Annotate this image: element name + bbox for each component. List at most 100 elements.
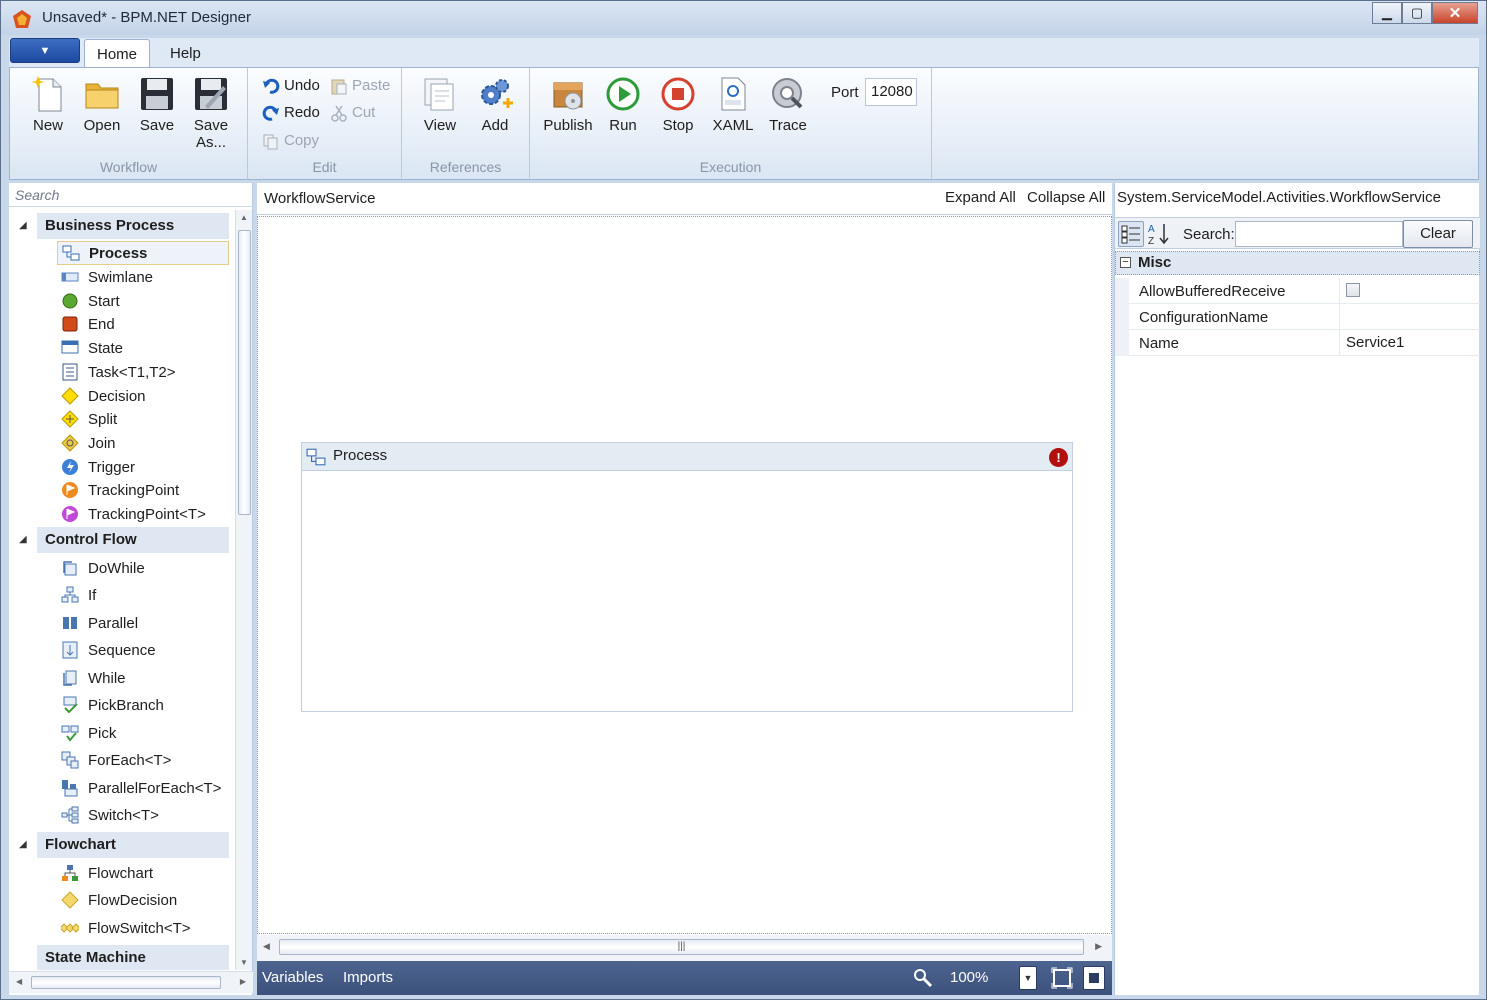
expand-all-link[interactable]: Expand All [945, 189, 1016, 206]
paste-icon [331, 79, 347, 95]
property-value[interactable]: Service1 [1339, 330, 1480, 356]
cut-button[interactable]: Cut [330, 101, 375, 125]
property-category-misc[interactable]: − Misc [1115, 251, 1480, 275]
trace-label: Trace [769, 117, 807, 134]
toolbox-item-end[interactable]: End [61, 312, 115, 336]
variables-tab[interactable]: Variables [262, 969, 323, 986]
toolbox-vertical-scrollbar[interactable]: ▲ ▼ [235, 210, 252, 970]
scroll-left-icon[interactable]: ◀ [263, 941, 270, 952]
scroll-down-icon[interactable]: ▼ [240, 958, 248, 967]
toolbox-search-input[interactable]: Search [9, 183, 253, 207]
collapse-all-link[interactable]: Collapse All [1027, 189, 1105, 206]
zoom-magnifier-icon[interactable] [913, 968, 933, 988]
process-activity[interactable]: Process ! [301, 442, 1073, 712]
redo-label: Redo [284, 104, 320, 121]
trace-button[interactable]: Trace [762, 74, 814, 134]
toolbox-item-split[interactable]: Split [61, 407, 117, 431]
category-control-flow[interactable]: Control Flow [37, 527, 229, 553]
property-value[interactable] [1339, 278, 1480, 304]
minimize-button[interactable]: ▁ [1372, 2, 1402, 24]
publish-button[interactable]: Publish [542, 74, 594, 134]
validation-error-icon[interactable]: ! [1049, 448, 1068, 467]
overview-map-button[interactable] [1083, 966, 1105, 990]
toolbox-item-trackingpoint-t[interactable]: TrackingPoint<T> [61, 502, 206, 526]
imports-tab[interactable]: Imports [343, 969, 393, 986]
scroll-up-icon[interactable]: ▲ [240, 213, 248, 222]
toolbox-item-trackingpoint[interactable]: TrackingPoint [61, 478, 179, 502]
process-icon [62, 245, 80, 261]
toolbox-item-pickbranch[interactable]: PickBranch [61, 693, 164, 717]
process-activity-header[interactable]: Process ! [302, 443, 1072, 471]
tab-home[interactable]: Home [84, 39, 151, 68]
toolbox-item-flowchart[interactable]: Flowchart [61, 861, 153, 885]
save-button[interactable]: Save [131, 74, 183, 134]
expand-triangle-icon[interactable]: ◢ [19, 220, 29, 231]
collapse-box-icon[interactable]: − [1120, 257, 1131, 268]
tracking-point-generic-icon [62, 506, 78, 522]
breadcrumb[interactable]: WorkflowService [264, 190, 375, 207]
toolbox-item-pick[interactable]: Pick [61, 721, 116, 745]
toolbox-item-trigger[interactable]: Trigger [61, 455, 135, 479]
run-button[interactable]: Run [597, 74, 649, 134]
toolbox-item-state[interactable]: State [61, 336, 123, 360]
toolbox-item-task[interactable]: Task<T1,T2> [61, 360, 176, 384]
categorized-view-button[interactable] [1118, 221, 1144, 247]
scroll-left-icon[interactable]: ◀ [16, 977, 22, 986]
application-menu-button[interactable]: ▼ [10, 38, 80, 63]
property-value[interactable] [1339, 304, 1480, 330]
open-button[interactable]: Open [76, 74, 128, 134]
category-state-machine[interactable]: State Machine [37, 945, 229, 970]
scroll-thumb[interactable] [238, 230, 251, 515]
new-button[interactable]: New [22, 74, 74, 134]
paste-button[interactable]: Paste [330, 74, 390, 98]
toolbox-item-sequence[interactable]: Sequence [61, 638, 156, 662]
toolbox-item-join[interactable]: Join [61, 431, 116, 455]
toolbox-item-while[interactable]: While [61, 666, 126, 690]
scroll-thumb[interactable]: ||| [279, 939, 1084, 955]
clear-button[interactable]: Clear [1403, 220, 1473, 248]
redo-button[interactable]: Redo [262, 101, 320, 125]
close-button[interactable]: ✕ [1432, 2, 1478, 24]
allow-buffered-receive-checkbox[interactable] [1346, 283, 1360, 297]
scroll-right-icon[interactable]: ▶ [1095, 941, 1102, 952]
expand-triangle-icon[interactable]: ◢ [19, 534, 29, 545]
fit-to-screen-icon[interactable] [1051, 967, 1073, 989]
toolbox-item-parallelforeach[interactable]: ParallelForEach<T> [61, 776, 221, 800]
designer-horizontal-scrollbar[interactable]: ◀ ||| ▶ [257, 935, 1112, 961]
view-button[interactable]: View [414, 74, 466, 134]
stop-button[interactable]: Stop [652, 74, 704, 134]
toolbox-item-parallel[interactable]: Parallel [61, 611, 138, 635]
properties-search-input[interactable] [1235, 221, 1403, 247]
alphabetical-sort-button[interactable]: AZ [1146, 221, 1172, 247]
toolbox-item-start[interactable]: Start [61, 289, 120, 313]
zoom-dropdown-button[interactable]: ▼ [1019, 966, 1037, 990]
toolbox-item-swimlane[interactable]: Swimlane [61, 265, 153, 289]
scroll-thumb[interactable] [31, 976, 221, 989]
maximize-button[interactable]: ▢ [1402, 2, 1432, 24]
toolbox-item-flowdecision[interactable]: FlowDecision [61, 888, 177, 912]
undo-button[interactable]: Undo [262, 74, 320, 98]
toolbox-item-flowswitch[interactable]: FlowSwitch<T> [61, 916, 191, 940]
toolbox-item-if[interactable]: If [61, 583, 96, 607]
port-input[interactable]: 12080 [865, 78, 917, 106]
category-flowchart[interactable]: Flowchart [37, 832, 229, 858]
designer-panel: WorkflowService Expand All Collapse All … [257, 183, 1112, 995]
toolbox-horizontal-scrollbar[interactable]: ◀ ▶ [9, 971, 253, 993]
tab-help[interactable]: Help [158, 39, 213, 68]
toolbox-item-decision[interactable]: Decision [61, 384, 146, 408]
copy-button[interactable]: Copy [262, 129, 319, 153]
toolbox-item-foreach[interactable]: ForEach<T> [61, 748, 171, 772]
toolbox-item-dowhile[interactable]: DoWhile [61, 556, 145, 580]
toolbox-item-switch[interactable]: Switch<T> [61, 803, 159, 827]
xaml-button[interactable]: XAML [707, 74, 759, 134]
scroll-right-icon[interactable]: ▶ [240, 977, 246, 986]
category-business-process[interactable]: Business Process [37, 213, 229, 239]
designer-canvas[interactable]: Process ! [257, 216, 1112, 934]
zoom-level[interactable]: 100% [950, 969, 988, 986]
expand-triangle-icon[interactable]: ◢ [19, 839, 29, 850]
add-reference-button[interactable]: Add [469, 74, 521, 134]
save-as-button[interactable]: Save As... [185, 74, 237, 151]
copy-label: Copy [284, 132, 320, 149]
toolbox-item-process[interactable]: Process [57, 241, 229, 265]
item-label: PickBranch [88, 696, 164, 714]
